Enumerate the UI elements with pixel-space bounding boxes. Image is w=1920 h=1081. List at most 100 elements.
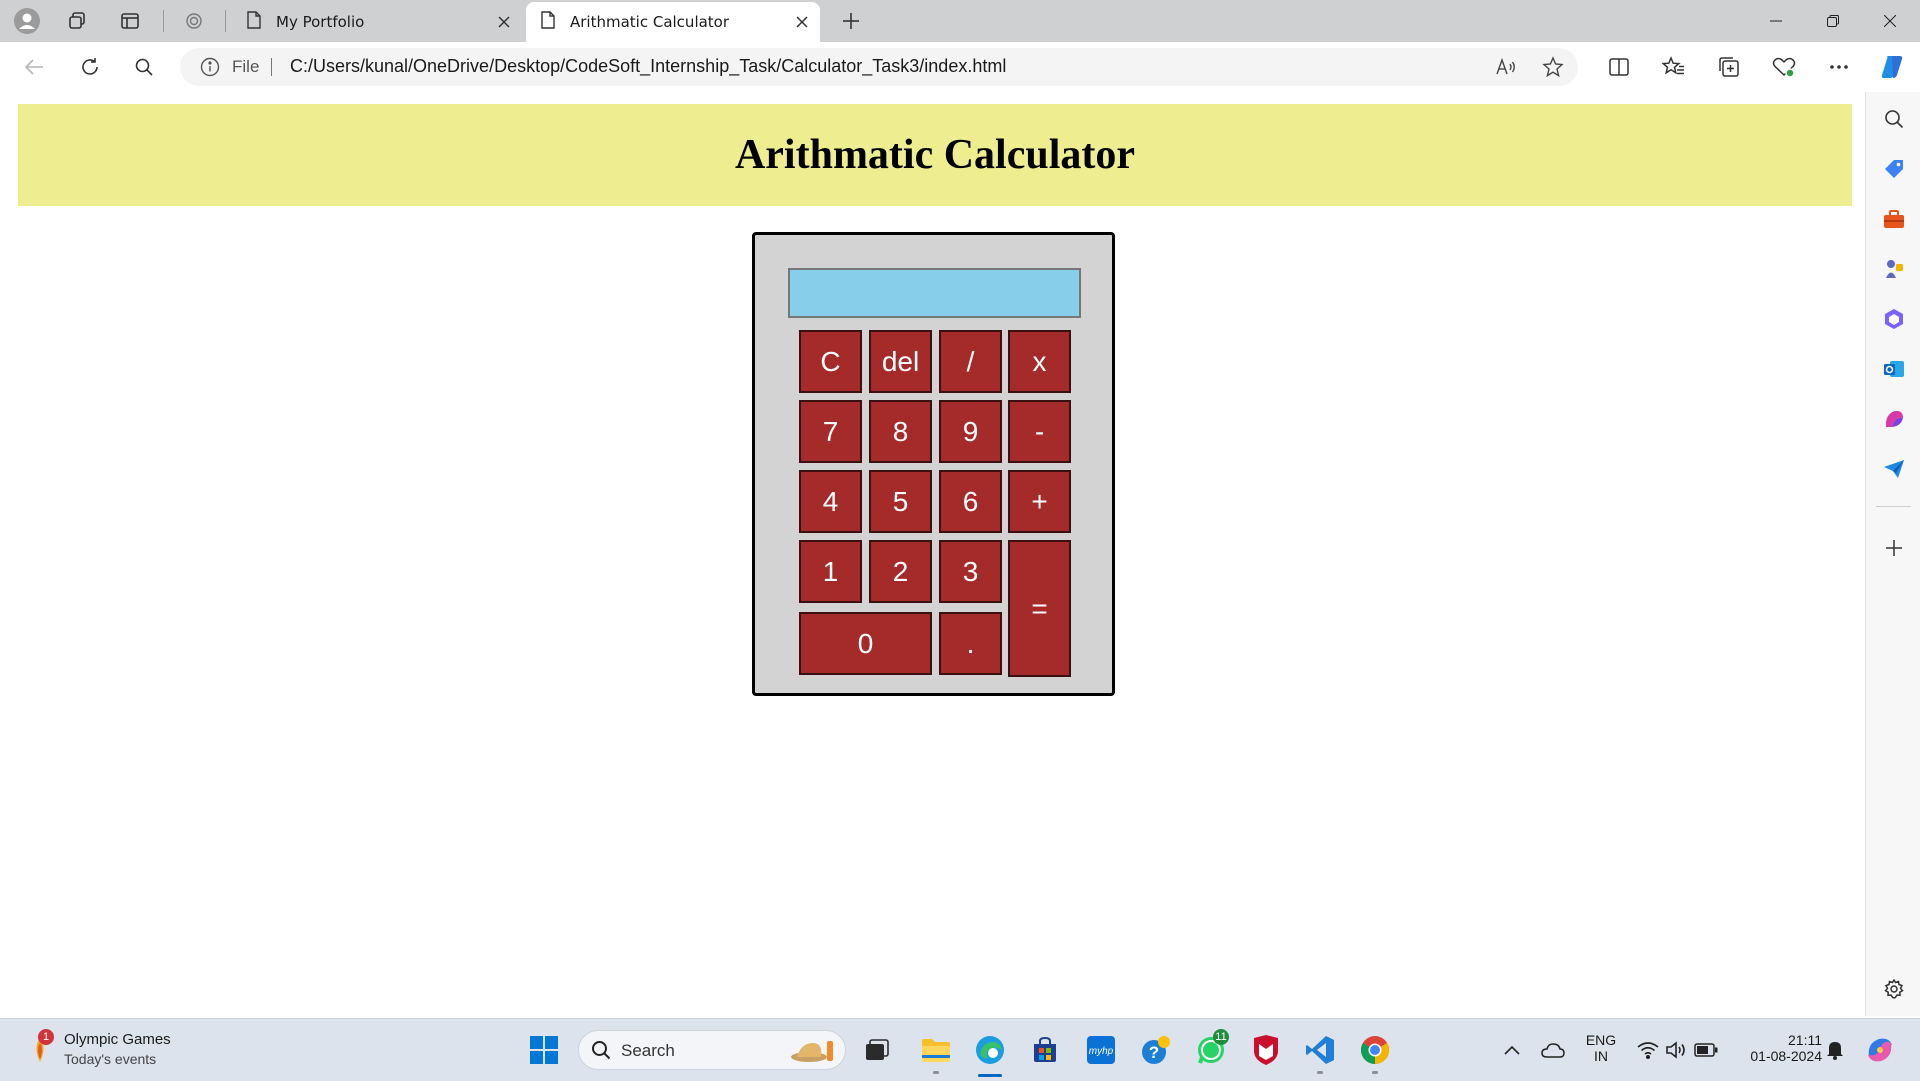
microsoft-store-icon[interactable] bbox=[1027, 1032, 1063, 1068]
language-code: ENG bbox=[1585, 1032, 1617, 1048]
file-explorer-icon[interactable] bbox=[918, 1032, 954, 1068]
calculator: C del / x 7 8 9 - 4 5 6 + 1 2 3 = 0 . bbox=[752, 232, 1115, 696]
divide-button[interactable]: / bbox=[939, 330, 1002, 393]
page-viewport: Arithmatic Calculator C del / x 7 8 9 - … bbox=[5, 92, 1865, 1016]
tab-my-portfolio[interactable]: My Portfolio bbox=[232, 2, 522, 42]
search-highlight-icon bbox=[789, 1037, 839, 1069]
battery-icon[interactable] bbox=[1688, 1032, 1724, 1068]
notification-bell-icon[interactable] bbox=[1817, 1032, 1853, 1068]
read-aloud-icon[interactable] bbox=[1491, 52, 1521, 82]
myhp-icon[interactable]: myhp bbox=[1083, 1032, 1119, 1068]
tab-separator bbox=[163, 10, 164, 32]
seven-button[interactable]: 7 bbox=[799, 400, 862, 463]
search-icon[interactable] bbox=[126, 50, 162, 84]
close-tab-icon[interactable] bbox=[790, 10, 814, 34]
pinned-tab-icon[interactable] bbox=[177, 5, 211, 37]
two-button[interactable]: 2 bbox=[869, 540, 932, 603]
widget-title[interactable]: Olympic Games bbox=[64, 1031, 171, 1048]
minus-button[interactable]: - bbox=[1008, 400, 1071, 463]
running-indicator bbox=[933, 1071, 939, 1074]
address-bar[interactable]: File C:/Users/kunal/OneDrive/Desktop/Cod… bbox=[180, 48, 1578, 86]
restore-icon[interactable] bbox=[1806, 0, 1860, 42]
add-sidebar-app-icon[interactable] bbox=[1879, 533, 1909, 563]
games-icon[interactable] bbox=[1879, 254, 1909, 284]
plus-button[interactable]: + bbox=[1008, 470, 1071, 533]
shopping-tag-icon[interactable] bbox=[1879, 154, 1909, 184]
scheme-divider bbox=[271, 58, 272, 76]
delete-button[interactable]: del bbox=[869, 330, 932, 393]
search-icon bbox=[591, 1040, 611, 1064]
clock[interactable]: 21:11 01-08-2024 bbox=[1730, 1032, 1822, 1064]
tab-arithmatic-calculator[interactable]: Arithmatic Calculator bbox=[526, 2, 820, 42]
close-tab-icon[interactable] bbox=[492, 10, 516, 34]
eight-button[interactable]: 8 bbox=[869, 400, 932, 463]
url-text[interactable]: C:/Users/kunal/OneDrive/Desktop/CodeSoft… bbox=[290, 56, 1006, 77]
show-hidden-icons-chevron[interactable] bbox=[1494, 1032, 1530, 1068]
five-button[interactable]: 5 bbox=[869, 470, 932, 533]
language-indicator[interactable]: ENG IN bbox=[1580, 1032, 1622, 1064]
multiply-button[interactable]: x bbox=[1008, 330, 1071, 393]
page-title: Arithmatic Calculator bbox=[734, 132, 1136, 178]
help-app-icon[interactable]: ? bbox=[1138, 1032, 1174, 1068]
tools-icon[interactable] bbox=[1879, 204, 1909, 234]
collections-icon[interactable] bbox=[1711, 50, 1747, 84]
svg-text:myhp: myhp bbox=[1089, 1046, 1114, 1057]
chrome-icon[interactable] bbox=[1357, 1032, 1393, 1068]
task-view-icon[interactable] bbox=[859, 1032, 895, 1068]
vs-code-icon[interactable] bbox=[1302, 1032, 1338, 1068]
clear-button[interactable]: C bbox=[799, 330, 862, 393]
page-icon bbox=[246, 11, 262, 33]
browser-essentials-icon[interactable] bbox=[1766, 50, 1802, 84]
taskbar-search[interactable]: Search bbox=[578, 1030, 846, 1070]
edge-sidebar bbox=[1865, 92, 1920, 1016]
running-indicator bbox=[1317, 1071, 1323, 1074]
designer-icon[interactable] bbox=[1879, 404, 1909, 434]
widget-badge: 1 bbox=[38, 1029, 54, 1045]
onedrive-cloud-icon[interactable] bbox=[1535, 1032, 1571, 1068]
minimize-icon[interactable] bbox=[1749, 0, 1803, 42]
nine-button[interactable]: 9 bbox=[939, 400, 1002, 463]
close-window-icon[interactable] bbox=[1863, 0, 1917, 42]
clock-date: 01-08-2024 bbox=[1750, 1048, 1822, 1064]
tab-strip: My Portfolio Arithmatic Calculator bbox=[0, 0, 1920, 42]
copilot-icon[interactable] bbox=[1874, 50, 1910, 84]
tab-title: My Portfolio bbox=[276, 13, 365, 31]
mcafee-icon[interactable] bbox=[1248, 1032, 1284, 1068]
settings-gear-icon[interactable] bbox=[1879, 974, 1909, 1004]
windows-taskbar: 1 Olympic Games Today's events Search my… bbox=[0, 1018, 1920, 1081]
decimal-button[interactable]: . bbox=[939, 612, 1002, 675]
tab-separator bbox=[225, 10, 226, 32]
zero-button[interactable]: 0 bbox=[799, 612, 932, 675]
more-options-icon[interactable] bbox=[1821, 50, 1857, 84]
calculator-display[interactable] bbox=[788, 268, 1081, 318]
send-icon[interactable] bbox=[1879, 454, 1909, 484]
whatsapp-badge: 11 bbox=[1213, 1029, 1229, 1045]
refresh-icon[interactable] bbox=[72, 50, 108, 84]
region-code: IN bbox=[1594, 1048, 1608, 1064]
page-icon bbox=[540, 11, 556, 33]
equals-button[interactable]: = bbox=[1008, 540, 1071, 677]
workspaces-icon[interactable] bbox=[60, 5, 94, 37]
favorite-star-icon[interactable] bbox=[1538, 52, 1568, 82]
four-button[interactable]: 4 bbox=[799, 470, 862, 533]
microsoft-365-icon[interactable] bbox=[1879, 304, 1909, 334]
svg-text:?: ? bbox=[1149, 1043, 1159, 1062]
vertical-tabs-icon[interactable] bbox=[113, 5, 147, 37]
copilot-taskbar-icon[interactable] bbox=[1862, 1032, 1898, 1068]
tab-title: Arithmatic Calculator bbox=[570, 13, 730, 31]
windows-start-icon[interactable] bbox=[526, 1032, 562, 1068]
sidebar-search-icon[interactable] bbox=[1879, 104, 1909, 134]
edge-browser-icon[interactable] bbox=[972, 1032, 1008, 1068]
search-label: Search bbox=[621, 1041, 675, 1060]
back-icon[interactable] bbox=[16, 50, 52, 84]
one-button[interactable]: 1 bbox=[799, 540, 862, 603]
profile-icon[interactable] bbox=[10, 5, 44, 37]
favorites-icon[interactable] bbox=[1656, 50, 1692, 84]
new-tab-icon[interactable] bbox=[834, 5, 868, 37]
outlook-icon[interactable] bbox=[1879, 354, 1909, 384]
split-screen-icon[interactable] bbox=[1601, 50, 1637, 84]
info-icon[interactable] bbox=[200, 57, 220, 81]
six-button[interactable]: 6 bbox=[939, 470, 1002, 533]
running-indicator bbox=[1372, 1071, 1378, 1074]
three-button[interactable]: 3 bbox=[939, 540, 1002, 603]
